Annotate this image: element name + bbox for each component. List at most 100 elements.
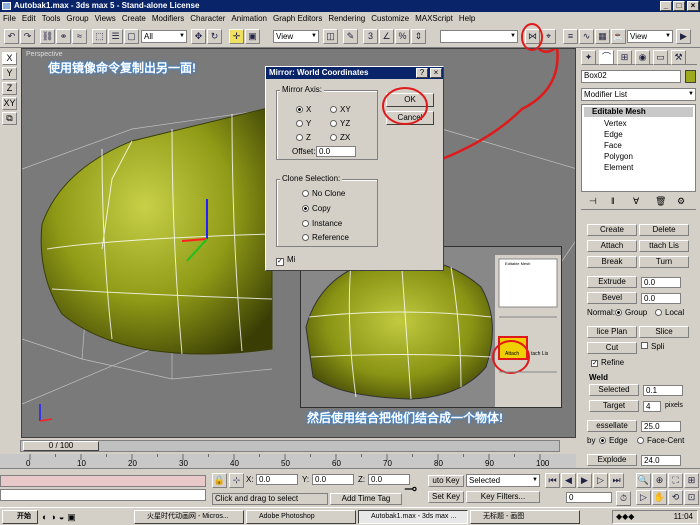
menu-modifiers[interactable]: Modifiers xyxy=(149,14,187,23)
curve-editor-icon[interactable]: ∿ xyxy=(579,29,594,44)
undo-icon[interactable]: ↶ xyxy=(4,29,19,44)
zoom-extents-icon[interactable]: ⛶ xyxy=(668,473,683,488)
tray-icons[interactable]: ◆◆◆ xyxy=(613,511,634,523)
create-button[interactable]: Create xyxy=(587,224,637,236)
axis-z-button[interactable]: Z xyxy=(2,82,17,95)
menu-animation[interactable]: Animation xyxy=(228,14,270,23)
taskbar-browser[interactable]: 火星时代动画网 - Micros... xyxy=(134,510,244,524)
add-time-tag-button[interactable]: Add Time Tag xyxy=(330,493,402,505)
attach-list-button[interactable]: ttach Lis xyxy=(639,240,689,252)
maximize-button[interactable]: □ xyxy=(673,1,685,11)
region-select-icon[interactable]: ▢ xyxy=(124,29,139,44)
menu-maxscript[interactable]: MAXScript xyxy=(412,14,456,23)
axis-y-button[interactable]: Y xyxy=(2,67,17,80)
maxscript-listener[interactable] xyxy=(0,475,206,487)
dialog-close-button[interactable]: × xyxy=(430,68,442,78)
stack-face[interactable]: Face xyxy=(604,141,622,150)
object-name-field[interactable]: Box02 xyxy=(581,70,681,83)
offset-field[interactable]: 0.0 xyxy=(316,146,356,157)
menu-views[interactable]: Views xyxy=(92,14,119,23)
schematic-view-icon[interactable]: ▦ xyxy=(595,29,610,44)
remove-modifier-icon[interactable]: 🗑 xyxy=(655,196,666,207)
quick-render-icon[interactable]: ▶ xyxy=(676,29,691,44)
spinner-snap-icon[interactable]: ⇕ xyxy=(411,29,426,44)
split-checkbox[interactable]: Spli xyxy=(641,342,664,351)
zoom-extents-all-icon[interactable]: ⊞ xyxy=(684,473,699,488)
axis-x-button[interactable]: X xyxy=(2,52,17,65)
auto-key-button[interactable]: uto Key xyxy=(428,475,464,487)
bevel-amount[interactable]: 0.0 xyxy=(641,293,681,304)
normal-local-radio[interactable]: Local xyxy=(655,308,684,317)
pivot-icon[interactable]: ◫ xyxy=(323,29,338,44)
delete-button[interactable]: Delete xyxy=(639,224,689,236)
target-pixels[interactable]: 4 xyxy=(643,401,661,412)
copy-radio[interactable]: Copy xyxy=(302,204,331,213)
set-key-button[interactable]: Set Key xyxy=(428,491,464,503)
menu-character[interactable]: Character xyxy=(187,14,228,23)
stack-polygon[interactable]: Polygon xyxy=(604,152,633,161)
weld-threshold[interactable]: 0.1 xyxy=(643,385,683,396)
taskbar-paint[interactable]: 无标题 - 画图 xyxy=(470,510,580,524)
play-icon[interactable]: ▶ xyxy=(577,473,592,488)
previous-frame-icon[interactable]: ◀ xyxy=(561,473,576,488)
x-coordinate[interactable]: 0.0 xyxy=(256,474,298,485)
menu-graph-editors[interactable]: Graph Editors xyxy=(270,14,325,23)
ok-button[interactable]: OK xyxy=(386,93,434,107)
menu-tools[interactable]: Tools xyxy=(39,14,64,23)
extrude-button[interactable]: Extrude xyxy=(587,276,637,288)
go-to-end-icon[interactable]: ⏭ xyxy=(609,473,624,488)
percent-snap-icon[interactable]: % xyxy=(395,29,410,44)
time-config-icon[interactable]: ⏱ xyxy=(616,491,631,506)
dialog-help-button[interactable]: ? xyxy=(416,68,428,78)
maximize-viewport-icon[interactable]: ⊡ xyxy=(684,490,699,505)
start-button[interactable]: 开始 xyxy=(2,510,38,524)
weld-selected-button[interactable]: Selected xyxy=(589,384,639,396)
explode-angle[interactable]: 24.0 xyxy=(641,455,681,466)
show-end-result-icon[interactable]: ‖ xyxy=(611,196,615,206)
create-tab-icon[interactable]: ✦ xyxy=(581,50,596,65)
pan-icon[interactable]: ✋ xyxy=(652,490,667,505)
angle-snap-icon[interactable]: ∠ xyxy=(379,29,394,44)
menu-file[interactable]: File xyxy=(0,14,19,23)
menu-group[interactable]: Group xyxy=(63,14,91,23)
minimize-button[interactable]: _ xyxy=(660,1,672,11)
by-edge-radio[interactable]: Edge xyxy=(599,436,628,445)
axis-x-radio[interactable]: X xyxy=(296,105,311,114)
bevel-button[interactable]: Bevel xyxy=(587,292,637,304)
arc-rotate-icon[interactable]: ⟲ xyxy=(668,490,683,505)
make-unique-icon[interactable]: ∀ xyxy=(633,196,639,207)
select-and-rotate-icon[interactable]: ↻ xyxy=(207,29,222,44)
named-selection-sets-dropdown[interactable] xyxy=(440,30,518,43)
by-face-center-radio[interactable]: Face-Cent xyxy=(637,436,684,445)
hierarchy-tab-icon[interactable]: ⊞ xyxy=(617,50,632,65)
display-tab-icon[interactable]: ▭ xyxy=(653,50,668,65)
configure-sets-icon[interactable]: ⚙ xyxy=(677,196,685,207)
pin-stack-icon[interactable]: ⊣ xyxy=(589,196,597,207)
time-slider-track[interactable]: 0 / 100 xyxy=(20,440,560,452)
explode-button[interactable]: Explode xyxy=(587,454,637,466)
cut-button[interactable]: Cut xyxy=(587,342,637,354)
snap-icon[interactable]: 3 xyxy=(363,29,378,44)
menu-customize[interactable]: Customize xyxy=(368,14,412,23)
go-to-start-icon[interactable]: ⏮ xyxy=(545,473,560,488)
menu-edit[interactable]: Edit xyxy=(19,14,39,23)
reference-coordinate-dropdown[interactable]: View xyxy=(273,30,319,43)
slice-button[interactable]: Slice xyxy=(639,326,689,338)
selection-filter-dropdown[interactable]: All xyxy=(141,30,187,43)
taskbar-3dsmax[interactable]: Autobak1.max - 3ds max ... xyxy=(358,510,468,524)
stack-editable-mesh[interactable]: Editable Mesh xyxy=(584,107,693,117)
menu-help[interactable]: Help xyxy=(456,14,478,23)
zoom-icon[interactable]: 🔍 xyxy=(636,473,651,488)
axis-xy-button[interactable]: XY xyxy=(2,97,17,110)
taskbar-photoshop[interactable]: Adobe Photoshop xyxy=(246,510,356,524)
tessellate-button[interactable]: essellate xyxy=(587,420,637,432)
layer-manager-icon[interactable]: ≡ xyxy=(563,29,578,44)
axis-xy-radio[interactable]: XY xyxy=(330,105,351,114)
zoom-all-icon[interactable]: ⊕ xyxy=(652,473,667,488)
normal-group-radio[interactable]: Group xyxy=(615,308,647,317)
cancel-button[interactable]: Cancel xyxy=(386,111,434,125)
close-button[interactable]: × xyxy=(687,1,699,11)
lock-selection-icon[interactable]: 🔒 xyxy=(212,473,227,488)
bind-space-warp-icon[interactable]: ≈ xyxy=(72,29,87,44)
time-slider-thumb[interactable]: 0 / 100 xyxy=(23,441,99,451)
